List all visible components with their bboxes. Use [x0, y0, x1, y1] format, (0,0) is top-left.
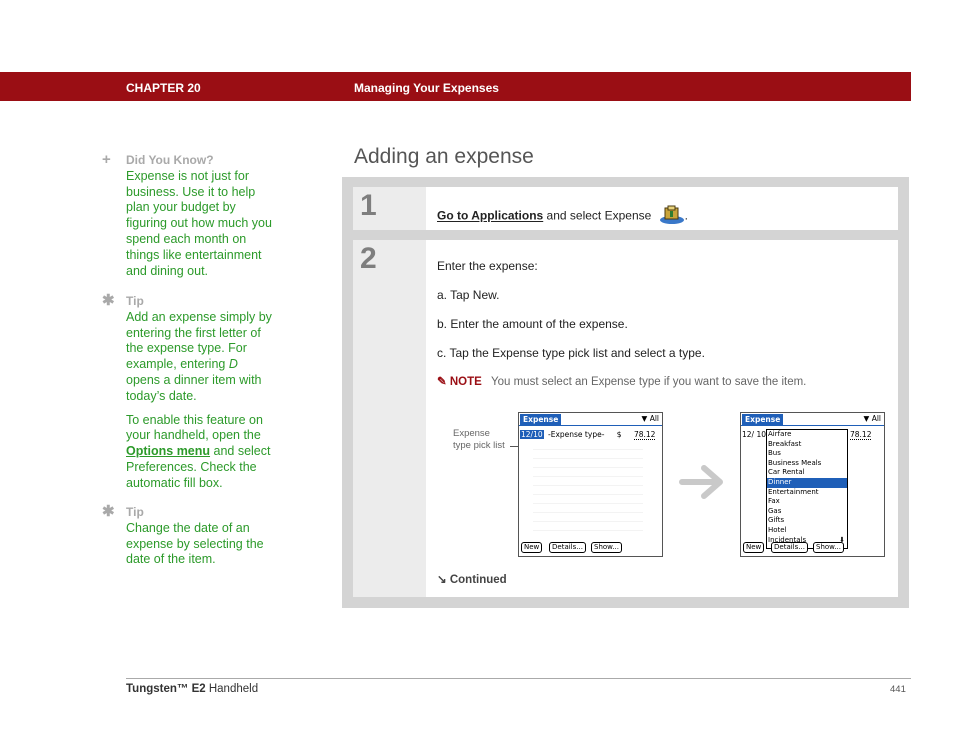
expense-row[interactable]: 12/10 -Expense type- $ 78.12	[520, 430, 656, 440]
screen-title: Expense	[742, 414, 784, 425]
list-item[interactable]: Fax	[767, 497, 847, 507]
new-button[interactable]: New	[743, 542, 765, 553]
did-you-know-box: + Did You Know? Expense is not just for …	[102, 152, 274, 279]
step-number-box: 2	[353, 240, 426, 597]
date-field[interactable]: 12/10	[520, 430, 544, 439]
tip-heading: Tip	[126, 505, 144, 519]
list-item[interactable]: Gas	[767, 507, 847, 517]
continued-indicator: ↘ Continued	[437, 574, 507, 586]
amount-field[interactable]: 78.12	[633, 430, 656, 440]
list-item[interactable]: Hotel	[767, 526, 847, 536]
list-item[interactable]: Entertainment	[767, 488, 847, 498]
list-item[interactable]: Airfare	[767, 430, 847, 440]
tip-text-2: To enable this feature on your handheld,…	[126, 412, 271, 490]
footer-rule	[126, 678, 911, 679]
did-you-know-text: Expense is not just for business. Use it…	[126, 168, 272, 278]
list-item[interactable]: Business Meals	[767, 459, 847, 469]
list-item[interactable]: Breakfast	[767, 440, 847, 450]
tip-box-1: ✱ Tip Add an expense simply by entering …	[102, 293, 274, 492]
expense-screen-before: Expense ▼ All 12/10 -Expense type- $ 78.…	[518, 412, 663, 557]
arrow-right-icon	[678, 462, 728, 507]
step-1: 1 Go to Applications and select Expense …	[353, 187, 898, 230]
step-number: 2	[360, 242, 377, 275]
step-2-intro: Enter the expense:	[437, 259, 538, 273]
details-button[interactable]: Details...	[549, 542, 586, 553]
plus-icon: +	[102, 151, 111, 168]
expense-screen-picklist: Expense ▼ All 12/ 10 78.12 Airfare Break…	[740, 412, 885, 557]
screen-title: Expense	[520, 414, 562, 425]
amount-field[interactable]: 78.12	[850, 430, 872, 440]
expense-app-icon	[659, 205, 685, 228]
note-icon: ✎	[437, 376, 447, 388]
pick-list-callout: Expense type pick list	[453, 428, 505, 451]
page-title: Adding an expense	[354, 145, 534, 168]
note: ✎ NOTE You must select an Expense type i…	[437, 374, 806, 388]
list-item[interactable]: Bus	[767, 449, 847, 459]
category-dropdown[interactable]: ▼ All	[864, 414, 881, 423]
step-2-c: c. Tap the Expense type pick list and se…	[437, 346, 705, 360]
show-button[interactable]: Show...	[813, 542, 844, 553]
step-1-text: Go to Applications and select Expense .	[437, 205, 688, 228]
step-number: 1	[360, 189, 377, 222]
page-number: 441	[890, 684, 906, 695]
go-to-applications-link[interactable]: Go to Applications	[437, 209, 543, 223]
asterisk-icon: ✱	[102, 292, 115, 309]
expense-type-list[interactable]: Airfare Breakfast Bus Business Meals Car…	[766, 429, 848, 549]
tip-text: Change the date of an expense by selecti…	[126, 520, 264, 567]
note-label: NOTE	[449, 376, 482, 388]
date-field[interactable]: 12/ 10	[742, 430, 766, 439]
list-item[interactable]: Gifts	[767, 516, 847, 526]
step-2-a: a. Tap New.	[437, 288, 500, 302]
details-button[interactable]: Details...	[771, 542, 808, 553]
list-item-selected[interactable]: Dinner	[767, 477, 847, 488]
note-text: You must select an Expense type if you w…	[491, 376, 807, 388]
asterisk-icon: ✱	[102, 503, 115, 520]
chapter-title: Managing Your Expenses	[354, 81, 499, 95]
category-dropdown[interactable]: ▼ All	[642, 414, 659, 423]
arrow-down-right-icon: ↘	[437, 574, 447, 586]
options-menu-link[interactable]: Options menu	[126, 444, 210, 458]
tip-box-2: ✱ Tip Change the date of an expense by s…	[102, 504, 274, 568]
step-2: 2 Enter the expense: a. Tap New. b. Ente…	[353, 240, 898, 597]
chapter-label: CHAPTER 20	[126, 81, 201, 95]
step-2-b: b. Enter the amount of the expense.	[437, 317, 628, 331]
tip-heading: Tip	[126, 294, 144, 308]
list-item[interactable]: Car Rental	[767, 468, 847, 478]
tip-text: Add an expense simply by entering the fi…	[126, 309, 272, 403]
expense-type-picker[interactable]: -Expense type-	[548, 430, 604, 439]
step-number-box: 1	[353, 187, 426, 230]
new-button[interactable]: New	[521, 542, 543, 553]
show-button[interactable]: Show...	[591, 542, 622, 553]
footer-product: Tungsten™ E2 Handheld	[126, 683, 259, 695]
chapter-header-bar: CHAPTER 20 Managing Your Expenses	[0, 72, 911, 101]
did-you-know-heading: Did You Know?	[126, 153, 214, 167]
